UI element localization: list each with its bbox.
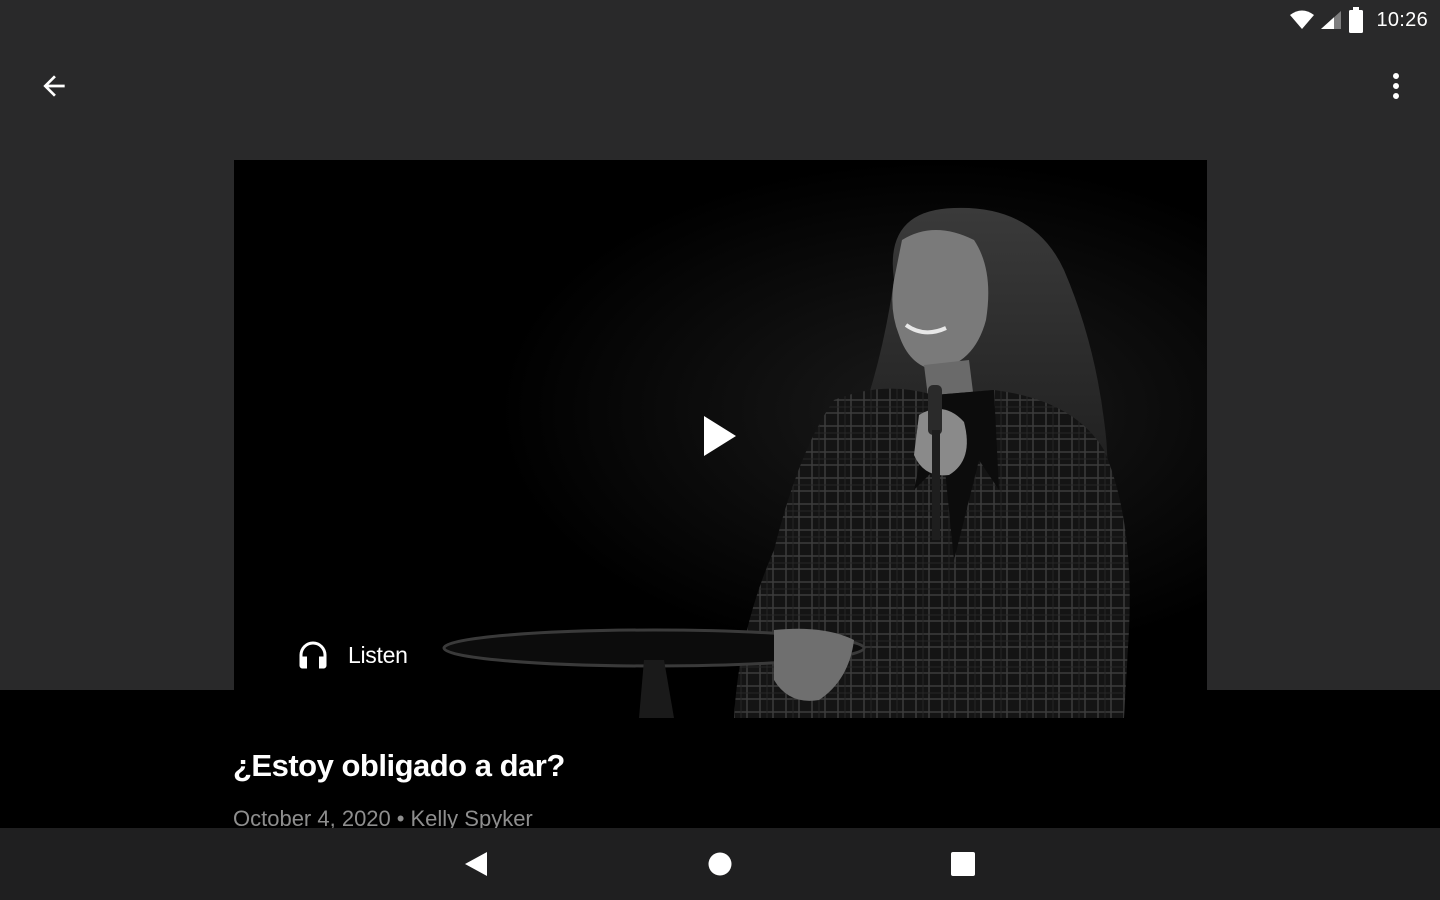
video-player[interactable]: Listen [234,160,1207,718]
battery-icon [1349,7,1364,33]
arrow-back-icon [43,75,65,97]
nav-recents-button[interactable] [941,842,985,886]
nav-home-button[interactable] [698,842,742,886]
sermon-speaker[interactable]: Kelly Spyker [410,806,532,828]
sermon-title: ¿Estoy obligado a dar? [233,748,565,783]
status-icons: 10:26 [1290,6,1428,34]
nav-back-button[interactable] [454,842,498,886]
more-options-button[interactable] [1372,58,1420,114]
sermon-meta: October 4, 2020 • Kelly Spyker [233,804,533,828]
navigation-bar [0,828,1440,900]
nav-home-icon [708,852,732,876]
cell-signal-icon [1321,11,1342,29]
toolbar [0,50,1440,120]
headphones-icon [299,641,327,669]
sermon-date: October 4, 2020 [233,806,391,828]
back-button[interactable] [22,58,86,114]
nav-back-icon [465,852,487,876]
more-vert-icon [1393,73,1399,99]
status-bar: 10:26 [0,0,1440,40]
meta-separator: • [396,806,405,828]
wifi-icon [1290,10,1315,29]
play-icon [704,416,736,456]
listen-label: Listen [348,641,408,668]
listen-button[interactable]: Listen [294,632,408,678]
status-time: 10:26 [1376,8,1428,31]
nav-recents-icon [951,852,975,876]
play-button[interactable] [690,406,750,466]
sermon-detail-screen: 10:26 Listen ¿Estoy obligado a dar? Octo… [0,0,1440,900]
